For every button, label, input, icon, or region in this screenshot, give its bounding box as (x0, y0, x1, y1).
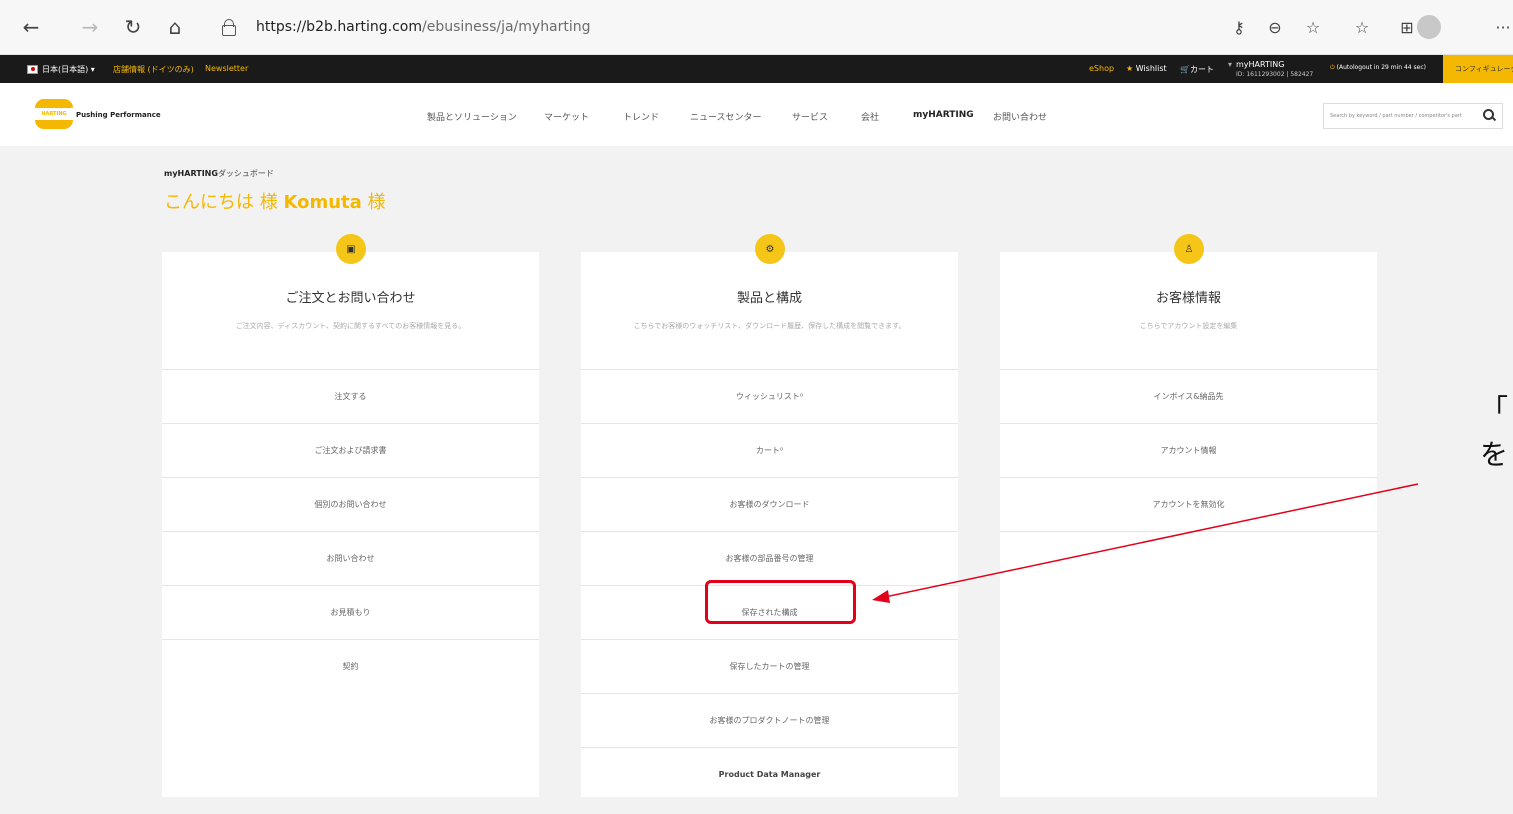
annotation-text-line2: を (1480, 438, 1509, 471)
annotation-text-line1: 「 (1480, 393, 1509, 426)
annotation-arrow (872, 483, 1419, 603)
